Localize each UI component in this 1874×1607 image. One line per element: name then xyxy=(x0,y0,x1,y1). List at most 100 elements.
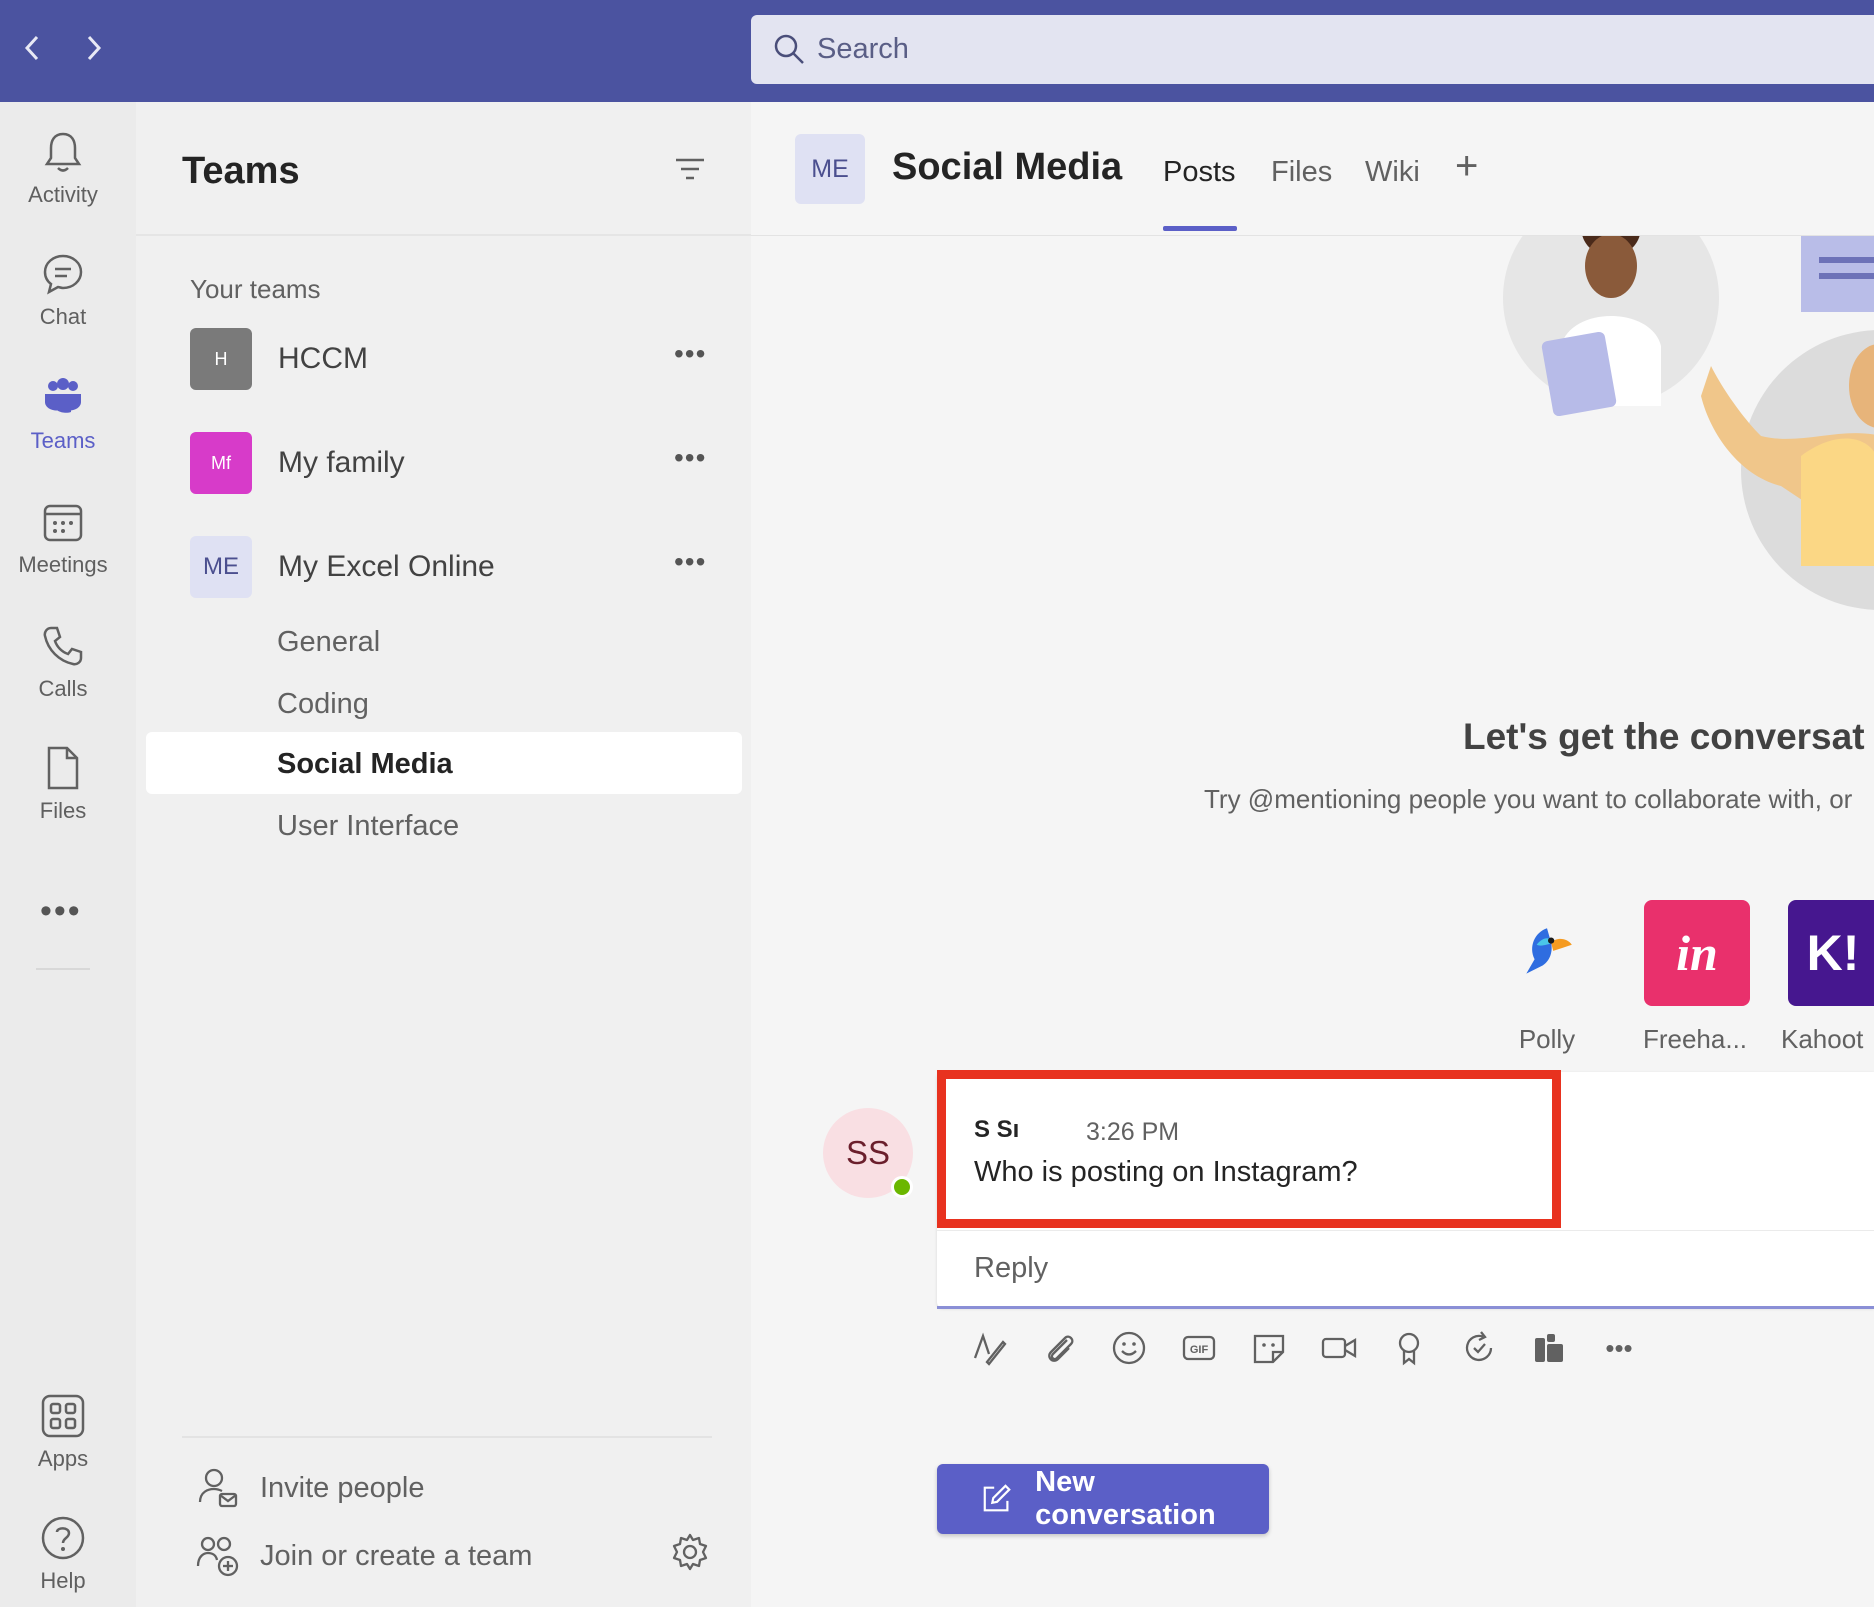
freehand-logo: in xyxy=(1676,925,1718,981)
calendar-icon xyxy=(43,504,83,542)
team-name: HCCM xyxy=(278,342,368,375)
rail-item-meetings[interactable]: Meetings xyxy=(0,498,126,578)
invite-person-icon xyxy=(198,1468,238,1508)
tab-files[interactable]: Files xyxy=(1271,156,1332,189)
tab-wiki[interactable]: Wiki xyxy=(1365,156,1420,189)
app-label-freehand: Freeha... xyxy=(1642,1024,1748,1054)
format-button[interactable] xyxy=(969,1328,1009,1368)
message-divider xyxy=(937,1230,1874,1231)
channel-avatar: ME xyxy=(795,134,865,204)
channel-title: Social Media xyxy=(892,146,1123,188)
svg-text:GIF: GIF xyxy=(1190,1344,1209,1356)
gear-icon[interactable] xyxy=(670,1532,710,1572)
app-label-kahoot: Kahoot xyxy=(1781,1024,1864,1054)
welcome-illustration xyxy=(1503,236,1874,610)
highlight-box xyxy=(937,1070,1561,1228)
rail-item-teams[interactable]: Teams xyxy=(0,374,126,454)
rail-label: Help xyxy=(40,1568,86,1593)
sticker-icon xyxy=(1253,1334,1285,1364)
search-icon xyxy=(774,34,804,64)
rail-divider xyxy=(36,968,90,970)
app-tile-polly[interactable] xyxy=(1494,900,1600,1006)
sticker-button[interactable] xyxy=(1249,1328,1289,1368)
team-item-my-excel-online[interactable]: ME My Excel Online ••• xyxy=(190,536,730,598)
team-name: My family xyxy=(278,446,405,479)
rail-item-calls[interactable]: Calls xyxy=(0,622,126,702)
search-input[interactable]: Search xyxy=(751,15,1874,84)
new-conversation-button[interactable]: New conversation xyxy=(937,1464,1269,1534)
app-label-polly: Polly xyxy=(1518,1024,1576,1054)
rail-item-files[interactable]: Files xyxy=(0,744,126,824)
channel-item-general[interactable]: General xyxy=(277,626,380,659)
tab-posts[interactable]: Posts xyxy=(1163,156,1236,189)
paperclip-icon xyxy=(1048,1335,1074,1362)
compose-icon xyxy=(983,1484,1011,1512)
rail-label: Meetings xyxy=(18,552,108,577)
more-options-button[interactable]: ••• xyxy=(1599,1328,1639,1368)
section-heading: Your teams xyxy=(190,274,321,304)
rail-item-help[interactable]: Help xyxy=(0,1514,126,1594)
more-apps-button[interactable]: ••• xyxy=(40,892,82,931)
title-bar: Search xyxy=(0,0,1874,102)
help-icon xyxy=(41,1516,85,1560)
forward-button[interactable] xyxy=(74,28,114,68)
new-conversation-label: New conversation xyxy=(1035,1466,1216,1531)
compose-toolbar: GIF ••• xyxy=(969,1328,1669,1368)
team-avatar: Mf xyxy=(190,432,252,494)
rail-item-chat[interactable]: Chat xyxy=(0,250,126,330)
active-tab-indicator xyxy=(1163,226,1237,231)
rail-item-activity[interactable]: Activity xyxy=(0,128,126,208)
praise-button[interactable] xyxy=(1389,1328,1429,1368)
polly-icon xyxy=(1526,928,1572,974)
rail-label: Apps xyxy=(37,1446,89,1471)
teams-icon xyxy=(45,378,81,413)
presence-available-icon xyxy=(891,1176,913,1198)
invite-people-button[interactable]: Invite people xyxy=(196,1466,424,1510)
channel-item-user-interface[interactable]: User Interface xyxy=(277,810,459,843)
add-tab-button[interactable]: + xyxy=(1455,144,1478,189)
rail-label: Files xyxy=(39,798,87,823)
team-more-options-button[interactable]: ••• xyxy=(674,442,706,474)
rail-item-apps[interactable]: Apps xyxy=(0,1392,126,1472)
filter-icon[interactable] xyxy=(672,154,708,184)
rail-label: Calls xyxy=(38,676,88,701)
emoji-icon xyxy=(1112,1331,1146,1365)
emoji-button[interactable] xyxy=(1109,1328,1149,1368)
reply-input[interactable]: Reply xyxy=(974,1252,1048,1285)
gif-icon: GIF xyxy=(1182,1335,1216,1361)
channel-item-social-media[interactable]: Social Media xyxy=(277,748,453,781)
rail-label: Activity xyxy=(28,182,98,207)
chat-icon xyxy=(43,254,83,295)
welcome-title: Let's get the conversat xyxy=(1463,716,1865,757)
channel-header: ME Social Media Posts Files Wiki + xyxy=(751,102,1874,236)
back-button[interactable] xyxy=(12,28,52,68)
meet-now-button[interactable] xyxy=(1319,1328,1359,1368)
badge-icon xyxy=(1398,1332,1420,1366)
panel-divider xyxy=(182,1436,712,1438)
channel-item-coding[interactable]: Coding xyxy=(277,688,369,721)
join-create-team-button[interactable]: Join or create a team xyxy=(196,1534,532,1578)
more-options-icon: ••• xyxy=(1605,1332,1633,1363)
app-tile-kahoot[interactable]: K! xyxy=(1788,900,1874,1006)
video-camera-icon xyxy=(1321,1337,1357,1359)
team-item-my-family[interactable]: Mf My family ••• xyxy=(190,432,730,494)
team-more-options-button[interactable]: ••• xyxy=(674,546,706,578)
gif-button[interactable]: GIF xyxy=(1179,1328,1219,1368)
approvals-icon xyxy=(1535,1334,1563,1362)
teams-panel: Teams Your teams H HCCM ••• Mf My family… xyxy=(136,102,751,1607)
panel-title: Teams xyxy=(182,150,300,192)
loop-button[interactable] xyxy=(1459,1328,1499,1368)
approvals-button[interactable] xyxy=(1529,1328,1569,1368)
reply-focus-underline xyxy=(937,1306,1874,1309)
panel-divider xyxy=(136,234,751,236)
app-tile-freehand[interactable]: in xyxy=(1644,900,1750,1006)
team-item-hccm[interactable]: H HCCM ••• xyxy=(190,328,730,390)
team-more-options-button[interactable]: ••• xyxy=(674,338,706,370)
search-placeholder: Search xyxy=(817,33,909,65)
loop-icon xyxy=(1465,1331,1493,1361)
attach-button[interactable] xyxy=(1039,1328,1079,1368)
chevron-right-icon xyxy=(87,35,102,61)
phone-icon xyxy=(43,626,83,666)
people-add-icon xyxy=(196,1536,239,1577)
join-label: Join or create a team xyxy=(260,1539,533,1572)
